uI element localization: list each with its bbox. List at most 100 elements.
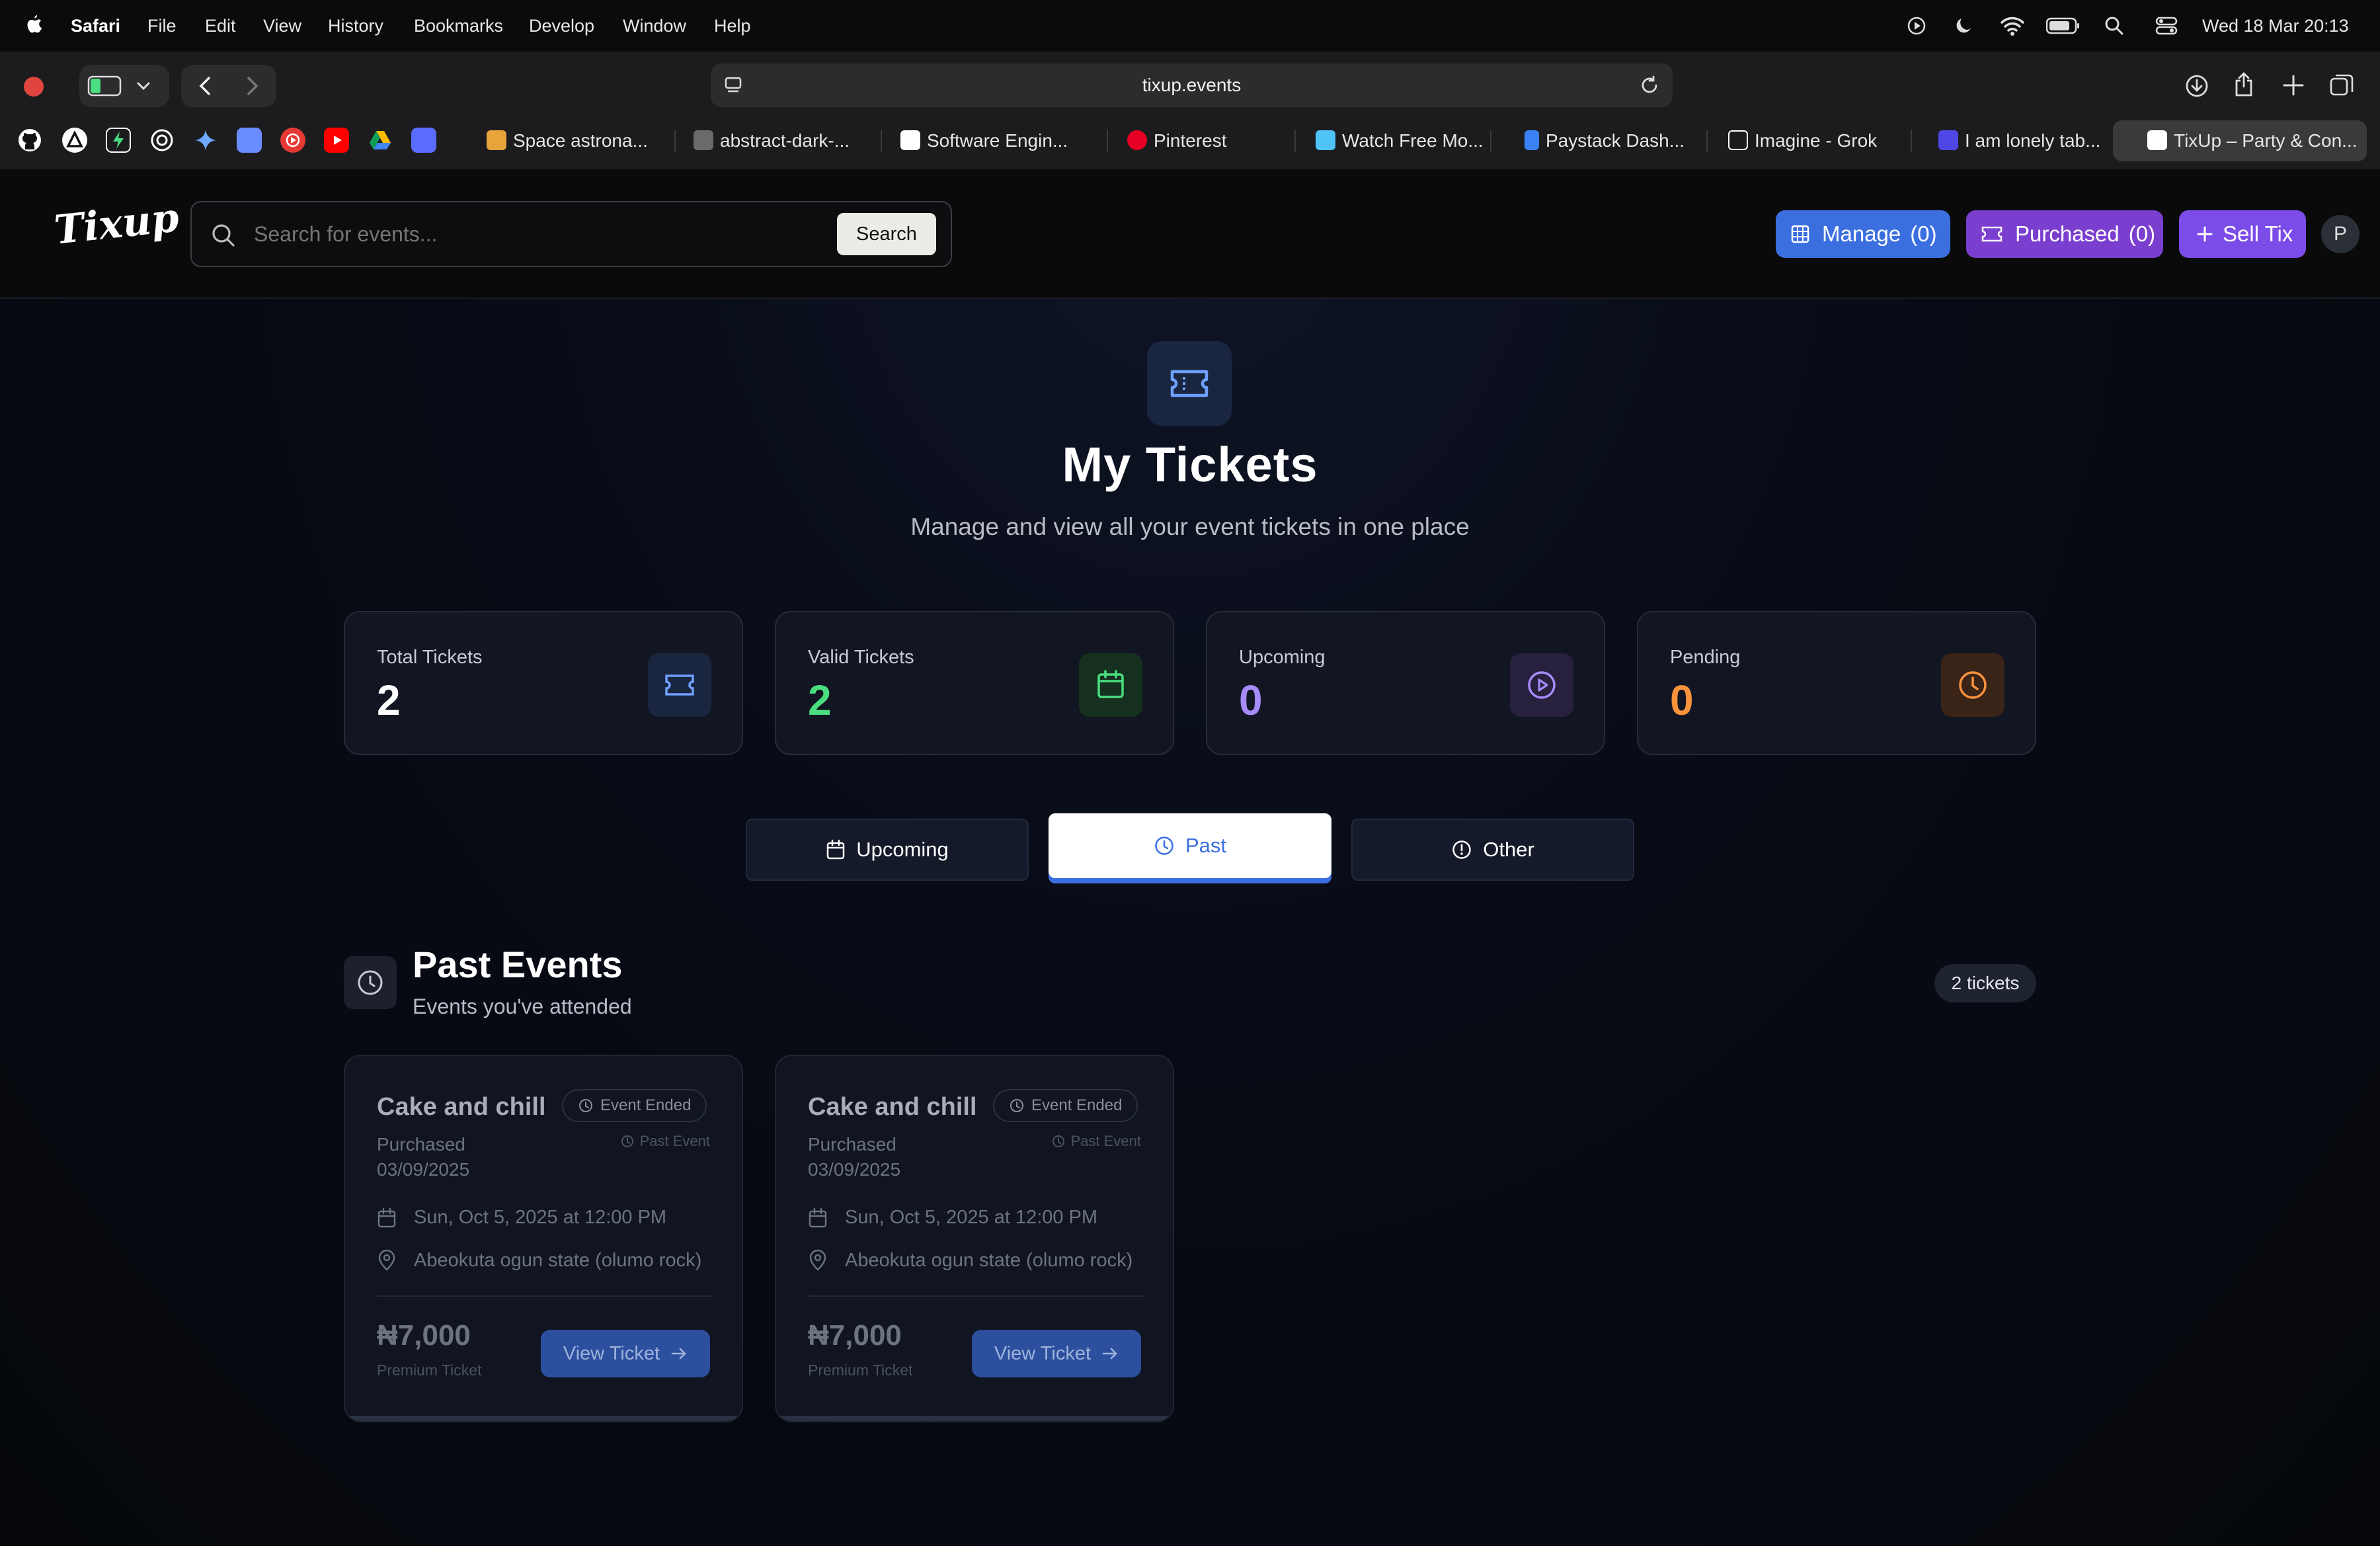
browser-tab[interactable]: Software Engin...	[900, 120, 1068, 161]
favorite-bolt-icon[interactable]	[106, 128, 131, 153]
app-menu-safari[interactable]: Safari	[71, 0, 120, 52]
back-icon[interactable]	[196, 75, 216, 97]
tab-favicon-icon	[1316, 130, 1335, 151]
browser-tab[interactable]: Imagine - Grok	[1728, 120, 1877, 161]
wifi-icon[interactable]	[2000, 15, 2025, 37]
sell-tix-button[interactable]: Sell Tix	[2179, 210, 2306, 258]
tab-upcoming[interactable]: Upcoming	[746, 819, 1029, 881]
stat-label: Upcoming	[1239, 647, 1326, 668]
favorite-gemini-icon[interactable]	[193, 128, 218, 153]
ticket-icon	[1981, 225, 2003, 243]
stat-icon-box	[1941, 653, 2004, 717]
screen-record-icon[interactable]	[1906, 15, 1927, 36]
stat-label: Valid Tickets	[808, 647, 914, 668]
tab-separator	[1294, 130, 1296, 152]
view-ticket-button[interactable]: View Ticket	[972, 1330, 1141, 1377]
downloads-icon[interactable]	[2185, 74, 2209, 98]
favorite-github-icon[interactable]	[17, 128, 42, 153]
tixup-logo[interactable]: Tixup	[52, 194, 181, 253]
tab-favicon-icon	[1127, 130, 1147, 151]
clock-icon	[578, 1098, 594, 1114]
new-tab-icon[interactable]	[2282, 74, 2305, 97]
event-status-badge: Event Ended	[993, 1089, 1138, 1122]
tab-past[interactable]: Past	[1049, 813, 1331, 878]
event-price: ₦7,000	[377, 1319, 471, 1352]
tab-favicon-icon	[487, 130, 506, 151]
menu-bookmarks[interactable]: Bookmarks	[414, 0, 503, 52]
event-card[interactable]: Cake and chill Event Ended Past Event Pu…	[344, 1055, 743, 1422]
favorite-site-icon-2[interactable]	[237, 128, 262, 153]
search-input[interactable]	[254, 216, 783, 253]
sidebar-icon	[87, 75, 122, 97]
event-datetime: Sun, Oct 5, 2025 at 12:00 PM	[808, 1207, 1097, 1229]
menu-help[interactable]: Help	[714, 0, 751, 52]
battery-icon[interactable]	[2046, 17, 2081, 34]
calendar-icon	[377, 1207, 397, 1229]
hero-ticket-badge	[1147, 341, 1232, 426]
card-bottom-bar	[776, 1416, 1173, 1421]
tab-favicon-icon	[1525, 130, 1539, 151]
tab-overview-icon[interactable]	[2329, 73, 2354, 98]
tab-other[interactable]: Other	[1351, 819, 1634, 881]
grid-icon	[1790, 224, 1810, 244]
menu-edit[interactable]: Edit	[205, 0, 236, 52]
stat-value: 0	[1670, 676, 1694, 724]
manage-button[interactable]: Manage (0)	[1776, 210, 1950, 258]
map-pin-icon	[377, 1249, 397, 1272]
browser-tab-active[interactable]: TixUp – Party & Con...	[2113, 120, 2367, 161]
tab-favicon-icon	[1728, 130, 1748, 151]
event-card[interactable]: Cake and chill Event Ended Past Event Pu…	[775, 1055, 1174, 1422]
arrow-right-icon	[1101, 1346, 1119, 1362]
browser-tab[interactable]: Space astrona...	[487, 120, 648, 161]
address-bar[interactable]: tixup.events	[711, 63, 1673, 107]
event-status-badge: Event Ended	[562, 1089, 707, 1122]
moon-icon[interactable]	[1954, 15, 1975, 36]
avatar[interactable]: P	[2321, 215, 2360, 253]
browser-tab[interactable]: I am lonely tab...	[1938, 120, 2100, 161]
menu-develop[interactable]: Develop	[529, 0, 594, 52]
reload-icon[interactable]	[1640, 75, 1659, 96]
sidebar-toggle-button[interactable]	[79, 65, 169, 107]
spotlight-search-icon[interactable]	[2104, 16, 2124, 36]
menu-history[interactable]: History	[328, 0, 383, 52]
view-ticket-button[interactable]: View Ticket	[541, 1330, 710, 1377]
search-icon	[210, 222, 237, 249]
purchased-label: Purchased	[808, 1134, 896, 1155]
stat-label: Pending	[1670, 647, 1741, 668]
stat-value: 0	[1239, 676, 1263, 724]
url-text[interactable]: tixup.events	[711, 63, 1673, 107]
browser-tab[interactable]: Watch Free Mo...	[1316, 120, 1484, 161]
menubar-clock[interactable]: Wed 18 Mar 20:13	[2202, 0, 2349, 52]
share-icon[interactable]	[2233, 71, 2255, 98]
favorite-site-icon-1[interactable]	[62, 128, 87, 153]
plus-icon	[2196, 225, 2213, 243]
control-center-icon[interactable]	[2155, 16, 2178, 36]
browser-tab[interactable]: Pinterest	[1127, 120, 1227, 161]
stat-icon-box	[1079, 653, 1142, 717]
clock-icon	[1154, 835, 1175, 856]
favorite-drive-icon[interactable]	[368, 128, 393, 153]
section-title: Past Events	[413, 944, 623, 985]
apple-menu-icon[interactable]	[25, 0, 45, 52]
event-title: Cake and chill	[808, 1093, 977, 1121]
purchased-button[interactable]: Purchased (0)	[1966, 210, 2163, 258]
stat-icon-box	[1510, 653, 1573, 717]
menu-view[interactable]: View	[263, 0, 301, 52]
menu-file[interactable]: File	[147, 0, 177, 52]
menu-window[interactable]: Window	[623, 0, 686, 52]
event-datetime: Sun, Oct 5, 2025 at 12:00 PM	[377, 1207, 666, 1229]
event-location: Abeokuta ogun state (olumo rock)	[377, 1249, 701, 1272]
browser-tab[interactable]: abstract-dark-...	[694, 120, 850, 161]
favorite-site-icon-3[interactable]	[411, 128, 436, 153]
clock-icon	[356, 968, 385, 997]
forward-icon[interactable]	[242, 75, 262, 97]
stat-card-total: Total Tickets 2	[344, 611, 743, 755]
search-button[interactable]: Search	[837, 213, 936, 255]
browser-tab[interactable]: Paystack Dash...	[1525, 120, 1685, 161]
favorite-youtube-icon[interactable]	[324, 128, 349, 153]
favorite-chatgpt-icon[interactable]	[149, 128, 175, 153]
event-location: Abeokuta ogun state (olumo rock)	[808, 1249, 1132, 1272]
arrow-right-icon	[670, 1346, 688, 1362]
favorite-youtube-music-icon[interactable]	[280, 128, 305, 153]
window-close-button[interactable]	[24, 77, 44, 97]
